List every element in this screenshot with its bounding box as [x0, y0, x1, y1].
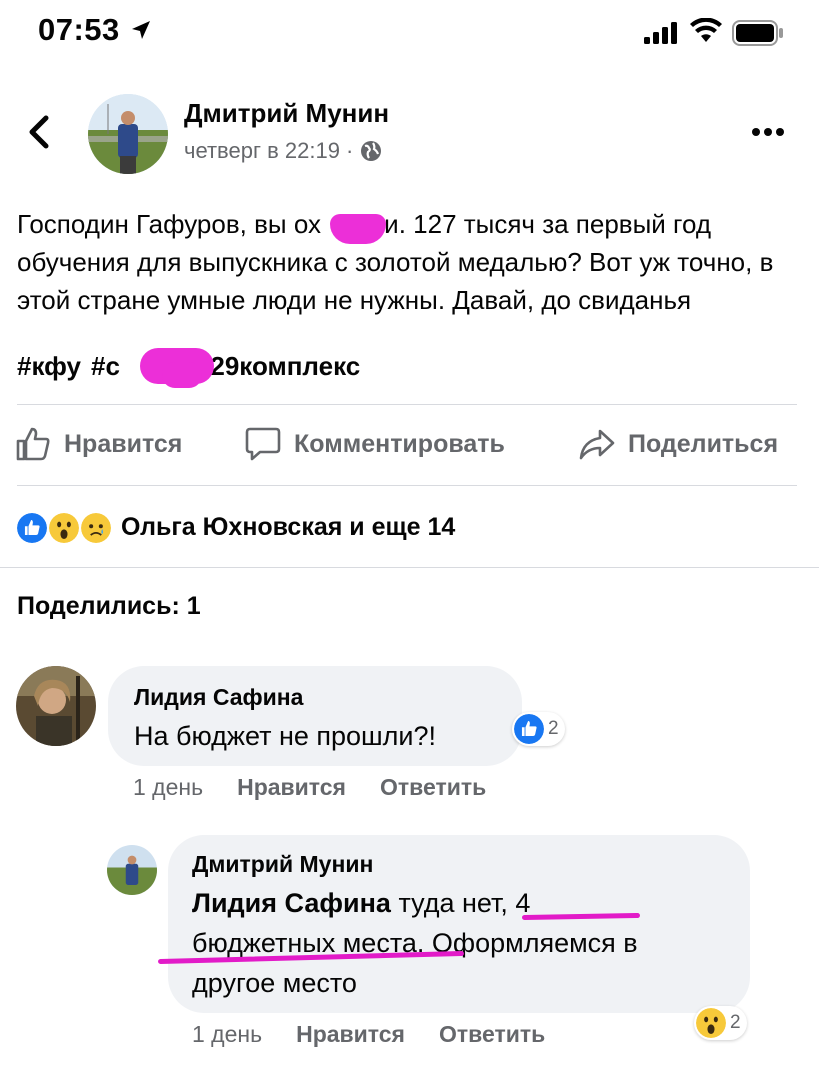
divider-mid: [17, 485, 797, 486]
sad-reaction-icon: [79, 511, 113, 545]
reaction-count: 2: [730, 1012, 741, 1033]
like-reaction-icon: [15, 511, 49, 545]
comment-button[interactable]: Комментировать: [244, 425, 505, 463]
reply-like-link[interactable]: Нравится: [296, 1021, 405, 1048]
thumbs-up-icon: [16, 427, 50, 461]
globe-icon: [361, 141, 382, 161]
reaction-icons: [15, 507, 117, 547]
status-bar: 07:53: [0, 0, 819, 64]
back-chevron-icon[interactable]: [22, 112, 56, 152]
hashtag-kfu[interactable]: #кфу: [17, 347, 81, 385]
wow-reaction-icon: [696, 1008, 726, 1038]
reactions-summary-text: Ольга Юхновская и еще 14: [121, 512, 456, 541]
comment-like-link[interactable]: Нравится: [237, 774, 346, 801]
wifi-icon: [690, 18, 722, 42]
comment-meta: 1 день Нравится Ответить: [133, 774, 486, 801]
like-reaction-icon: [514, 714, 544, 744]
commenter-avatar[interactable]: [16, 666, 96, 746]
share-arrow-icon: [579, 429, 615, 460]
like-label: Нравится: [64, 429, 183, 458]
post-timestamp[interactable]: четверг в 22:19: [184, 138, 340, 164]
comment-time: 1 день: [133, 774, 204, 800]
share-button[interactable]: Поделиться: [578, 425, 778, 463]
wow-reaction-icon: [47, 511, 81, 545]
author-avatar[interactable]: [88, 94, 168, 174]
meta-separator: ·: [345, 138, 354, 163]
comment-bubble: Лидия Сафина На бюджет не прошли?!: [108, 666, 522, 766]
divider-full: [0, 567, 819, 568]
comment-bubble-icon: [245, 427, 281, 461]
share-label: Поделиться: [628, 429, 779, 458]
shares-count[interactable]: Поделились: 1: [17, 592, 201, 621]
reply-author-avatar[interactable]: [107, 845, 157, 895]
reply-reply-link[interactable]: Ответить: [439, 1021, 545, 1048]
reply-meta: 1 день Нравится Ответить: [192, 1021, 545, 1048]
reply-bubble: Дмитрий Мунин Лидия Сафина туда нет, 4 б…: [168, 835, 750, 1013]
cellular-signal-icon: [644, 22, 677, 44]
reply-text-line1: туда нет, 4: [398, 888, 531, 918]
post-meta: четверг в 22:19 ·: [184, 138, 383, 164]
comment-label: Комментировать: [294, 429, 505, 458]
comment-text: На бюджет не прошли?!: [134, 721, 437, 751]
like-button[interactable]: Нравится: [14, 425, 182, 463]
location-arrow-icon: [132, 21, 150, 39]
reply-text-line3: другое место: [192, 968, 357, 998]
comment-reply-link[interactable]: Ответить: [380, 774, 486, 801]
comment-author[interactable]: Лидия Сафина: [134, 684, 303, 711]
censor-scribble-2: [162, 362, 202, 388]
status-time: 07:53: [38, 12, 120, 47]
battery-icon: [732, 20, 783, 46]
reply-author[interactable]: Дмитрий Мунин: [192, 851, 373, 878]
comment-reaction-badge[interactable]: 2: [512, 712, 565, 746]
reply-reaction-badge[interactable]: 2: [694, 1006, 747, 1040]
reply-text: Лидия Сафина туда нет, 4 бюджетных места…: [192, 883, 732, 1003]
post-actions-bar: Нравится Комментировать Поделиться: [0, 405, 819, 485]
more-options-icon[interactable]: [748, 122, 788, 142]
reactions-summary[interactable]: Ольга Юхновская и еще 14: [15, 505, 455, 549]
post-text: Господин Гафуров, вы ох ли. 127 тысяч за …: [17, 205, 797, 319]
censor-heart-mark: [330, 214, 386, 244]
hashtag-29kompleks[interactable]: #29комплекс: [196, 347, 360, 385]
reply-mention[interactable]: Лидия Сафина: [192, 888, 391, 918]
post-author-name[interactable]: Дмитрий Мунин: [184, 98, 389, 129]
reaction-count: 2: [548, 718, 559, 739]
reply-time: 1 день: [192, 1021, 263, 1047]
post-text-part-a: Господин Гафуров, вы ох: [17, 209, 322, 239]
